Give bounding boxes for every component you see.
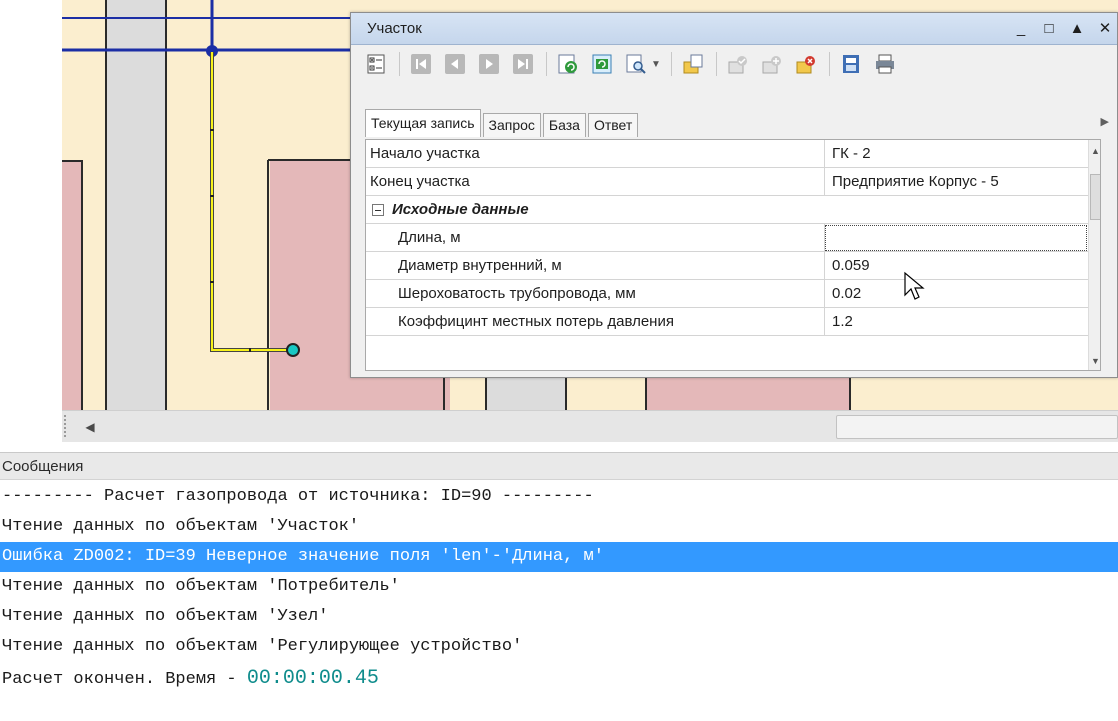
collapse-toggle-icon[interactable] [372, 204, 384, 216]
next-record-icon[interactable] [476, 51, 502, 77]
log-line[interactable]: Чтение данных по объектам 'Потребитель' [0, 572, 1118, 602]
property-name: Длина, м [398, 229, 461, 246]
property-name: Начало участка [370, 145, 480, 162]
column-divider [824, 140, 825, 168]
print-icon[interactable] [872, 51, 898, 77]
toolbar-separator [546, 52, 547, 76]
section-properties-panel: Участок _ □ ▲ ✕ ▼ Текущая запись Запрос … [350, 12, 1118, 378]
consumer-node[interactable] [286, 343, 300, 357]
panel-window-controls: _ □ ▲ ✕ [1013, 17, 1113, 41]
add-record-icon[interactable] [759, 51, 785, 77]
last-record-icon[interactable] [510, 51, 536, 77]
log-line-finished[interactable]: Расчет окончен. Время - 00:00:00.45 [0, 662, 1118, 692]
maximize-icon[interactable]: □ [1041, 20, 1057, 38]
finished-label: Расчет окончен. Время - [2, 670, 247, 689]
panel-tabs: Текущая запись Запрос База Ответ [365, 109, 640, 137]
scrollbar-thumb[interactable] [836, 415, 1118, 439]
log-line-error-selected[interactable]: Ошибка ZD002: ID=39 Неверное значение по… [0, 542, 1118, 572]
property-row-loss-coefficient[interactable]: Коэффицинт местных потерь давления 1.2 [366, 308, 1088, 336]
application-window: ◀ Участок _ □ ▲ ✕ ▼ Текущая запись Запро… [0, 0, 1118, 721]
parcel-left [62, 162, 82, 410]
property-name: Конец участка [370, 173, 470, 190]
canvas-margin [0, 0, 62, 410]
panel-toolbar: ▼ [351, 46, 1117, 82]
scroll-up-arrow-icon[interactable]: ▲ [1091, 146, 1100, 156]
parcel-pink-lower [646, 376, 850, 410]
property-row-roughness[interactable]: Шероховатость трубопровода, мм 0.02 [366, 280, 1088, 308]
message-log[interactable]: --------- Расчет газопровода от источник… [0, 482, 1118, 692]
property-value[interactable]: Предприятие Корпус - 5 [832, 173, 999, 190]
tab-current-record[interactable]: Текущая запись [365, 109, 481, 137]
property-row-diameter[interactable]: Диаметр внутренний, м 0.059 [366, 252, 1088, 280]
collapse-icon[interactable]: ▲ [1069, 20, 1085, 38]
elapsed-time: 00:00:00.45 [246, 667, 379, 690]
messages-title: Сообщения [2, 458, 84, 475]
log-line[interactable]: Чтение данных по объектам 'Узел' [0, 602, 1118, 632]
property-grid-scrollbar[interactable]: ▲ ▼ [1088, 140, 1100, 370]
panel-title: Участок [367, 20, 422, 37]
mouse-cursor-icon [904, 271, 925, 300]
sync-icon[interactable] [589, 51, 615, 77]
log-line[interactable]: Чтение данных по объектам 'Регулирующее … [0, 632, 1118, 662]
length-value-field[interactable] [825, 225, 1087, 251]
property-name: Коэффицинт местных потерь давления [398, 313, 674, 330]
horizontal-scrollbar[interactable]: ◀ [62, 410, 1118, 442]
scroll-down-arrow-icon[interactable]: ▼ [1091, 356, 1100, 366]
tabs-scroll-right-icon[interactable]: ▶ [1101, 115, 1109, 128]
categorized-icon[interactable] [363, 51, 389, 77]
new-record-icon[interactable] [680, 51, 706, 77]
log-line[interactable]: Чтение данных по объектам 'Участок' [0, 512, 1118, 542]
property-name: Диаметр внутренний, м [398, 257, 562, 274]
find-icon[interactable] [623, 51, 649, 77]
tab-database[interactable]: База [542, 113, 586, 137]
tab-query[interactable]: Запрос [482, 113, 541, 137]
column-divider [824, 280, 825, 308]
property-value[interactable]: 0.02 [832, 285, 861, 302]
property-grid: Начало участка ГК - 2 Конец участка Пред… [365, 139, 1101, 371]
category-label: Исходные данные [392, 201, 529, 218]
log-line[interactable]: --------- Расчет газопровода от источник… [0, 482, 1118, 512]
column-divider [824, 168, 825, 196]
property-value[interactable]: 1.2 [832, 313, 853, 330]
export-icon[interactable] [838, 51, 864, 77]
toolbar-separator [671, 52, 672, 76]
first-record-icon[interactable] [408, 51, 434, 77]
road-vertical [106, 0, 166, 410]
toolbar-separator [716, 52, 717, 76]
column-divider [824, 252, 825, 280]
scrollbar-thumb[interactable] [1090, 174, 1100, 220]
refresh-icon[interactable] [555, 51, 581, 77]
delete-record-icon[interactable] [793, 51, 819, 77]
column-divider [824, 308, 825, 336]
toolbar-separator [399, 52, 400, 76]
find-dropdown-icon[interactable]: ▼ [651, 59, 661, 70]
property-name: Шероховатость трубопровода, мм [398, 285, 636, 302]
property-row-start[interactable]: Начало участка ГК - 2 [366, 140, 1088, 168]
parcel-grey-lower [486, 376, 566, 410]
property-value[interactable]: ГК - 2 [832, 145, 871, 162]
property-row-end[interactable]: Конец участка Предприятие Корпус - 5 [366, 168, 1088, 196]
toolbar-separator [829, 52, 830, 76]
scrollbar-grip[interactable] [64, 415, 68, 437]
tab-answer[interactable]: Ответ [587, 113, 639, 137]
property-row-length[interactable]: Длина, м [366, 224, 1088, 252]
property-category[interactable]: Исходные данные [366, 196, 1088, 224]
messages-header: Сообщения [0, 452, 1118, 480]
panel-title-bar[interactable]: Участок _ □ ▲ ✕ [351, 13, 1117, 45]
scroll-left-arrow-icon[interactable]: ◀ [80, 417, 100, 437]
property-value[interactable]: 0.059 [832, 257, 870, 274]
previous-record-icon[interactable] [442, 51, 468, 77]
save-record-icon[interactable] [725, 51, 751, 77]
minimize-icon[interactable]: _ [1013, 20, 1029, 38]
close-icon[interactable]: ✕ [1097, 20, 1113, 38]
messages-panel: Сообщения --------- Расчет газопровода о… [0, 452, 1118, 721]
